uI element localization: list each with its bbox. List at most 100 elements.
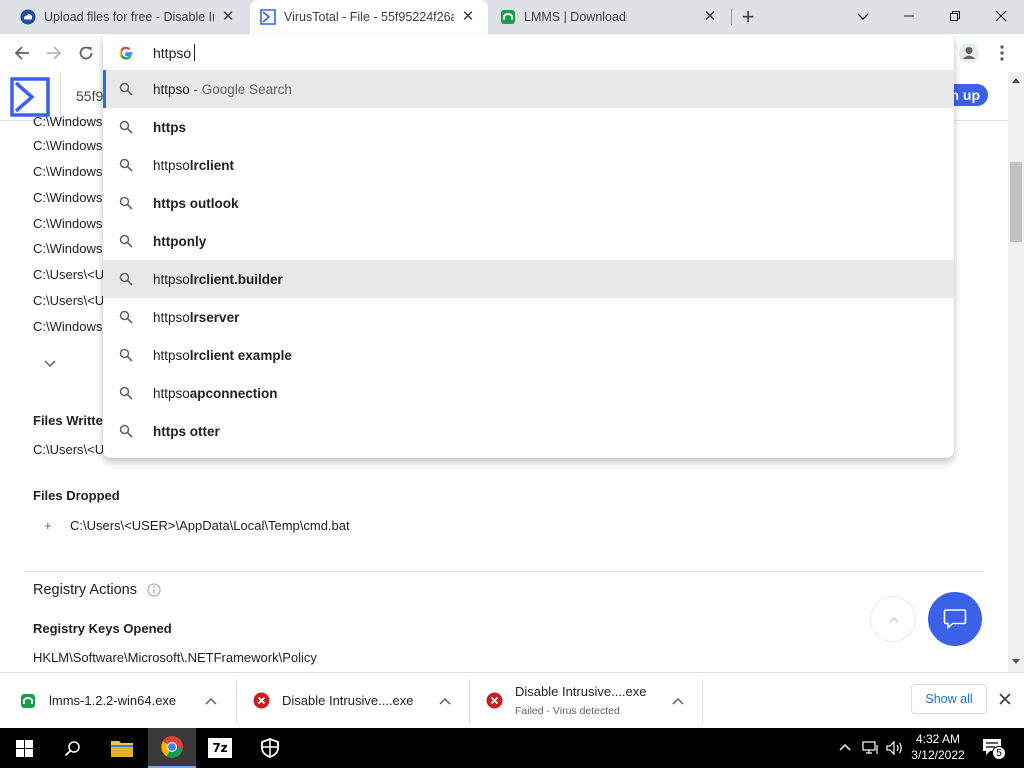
lmms-icon bbox=[20, 693, 36, 714]
close-shelf-icon[interactable] bbox=[998, 692, 1012, 706]
suggestion-typed-text: httpso bbox=[153, 309, 190, 325]
process-path: C:\Users\<US bbox=[33, 267, 113, 282]
info-icon[interactable] bbox=[147, 583, 161, 597]
tab-strip: Upload files for free - Disable Intrusiv… bbox=[0, 0, 1024, 34]
start-button[interactable] bbox=[0, 728, 48, 768]
search-icon bbox=[119, 158, 135, 172]
scroll-up-arrow-icon[interactable] bbox=[1012, 78, 1020, 83]
scroll-to-top-button[interactable] bbox=[870, 596, 916, 642]
search-icon bbox=[119, 234, 135, 248]
google-g-icon bbox=[118, 45, 134, 66]
error-icon bbox=[253, 692, 270, 714]
omnibox-suggestion[interactable]: httpso apconnection bbox=[103, 374, 954, 412]
network-icon[interactable] bbox=[862, 740, 880, 761]
reload-button[interactable] bbox=[71, 38, 101, 68]
back-button[interactable] bbox=[7, 38, 37, 68]
virustotal-icon bbox=[260, 9, 276, 25]
search-icon bbox=[119, 82, 135, 96]
close-tab-icon[interactable]: ✕ bbox=[702, 9, 718, 25]
file-hash-search[interactable]: 55f9 bbox=[76, 88, 103, 104]
tab-upload-files[interactable]: Upload files for free - Disable Intrusiv… bbox=[0, 0, 248, 34]
omnibox-suggestion[interactable]: httponly bbox=[103, 222, 954, 260]
download-filename: Disable Intrusive....exe bbox=[282, 693, 414, 708]
search-icon bbox=[119, 310, 135, 324]
system-clock[interactable]: 4:32 AM 3/12/2022 bbox=[908, 731, 968, 763]
windows-logo-icon bbox=[15, 739, 33, 757]
virustotal-logo-icon[interactable] bbox=[10, 77, 50, 117]
chat-bubble-icon bbox=[943, 608, 967, 635]
restore-button[interactable] bbox=[932, 0, 978, 34]
files-dropped-path: C:\Users\<USER>\AppData\Local\Temp\cmd.b… bbox=[70, 518, 350, 533]
page-scrollbar[interactable] bbox=[1008, 72, 1024, 672]
download-item[interactable]: Disable Intrusive....exe Failed - Virus … bbox=[470, 679, 702, 723]
windows-taskbar: 7z 4:32 AM 3/12/2022 5 bbox=[0, 728, 1024, 768]
chevron-up-icon[interactable] bbox=[672, 695, 684, 713]
forward-button[interactable] bbox=[39, 38, 69, 68]
suggestion-suffix: - Google Search bbox=[189, 81, 292, 97]
profile-avatar-icon[interactable] bbox=[957, 41, 981, 65]
suggestion-completion: lrclient.builder bbox=[189, 271, 283, 287]
omnibox-suggestion[interactable]: httpso lrclient.builder bbox=[103, 260, 954, 298]
suggestion-completion: lrclient bbox=[189, 157, 235, 173]
close-tab-icon[interactable]: ✕ bbox=[220, 9, 236, 25]
search-icon bbox=[64, 740, 80, 756]
tab-title: Upload files for free - Disable Intrusiv… bbox=[44, 10, 214, 24]
tab-virustotal[interactable]: VirusTotal - File - 55f95224f26aa ✕ bbox=[250, 0, 488, 34]
7zip-icon: 7z bbox=[208, 738, 232, 758]
show-all-button[interactable]: Show all bbox=[911, 684, 987, 714]
chevron-up-icon[interactable] bbox=[205, 695, 217, 713]
action-center-button[interactable]: 5 bbox=[982, 738, 1006, 760]
process-path: C:\Windows bbox=[33, 216, 103, 231]
process-path: C:\Windows bbox=[33, 138, 103, 153]
omnibox-suggestion[interactable]: https otter bbox=[103, 412, 954, 450]
registry-actions-heading: Registry Actions bbox=[33, 582, 137, 598]
chevron-up-icon[interactable] bbox=[439, 695, 451, 713]
process-path: C:\Windows bbox=[33, 190, 103, 205]
menu-kebab-icon[interactable] bbox=[992, 43, 1012, 63]
omnibox[interactable]: httpso bbox=[103, 35, 954, 71]
shield-icon bbox=[261, 738, 279, 758]
tab-lmms[interactable]: LMMS | Download ✕ bbox=[490, 0, 730, 34]
search-icon bbox=[119, 196, 135, 210]
files-dropped-heading: Files Dropped bbox=[33, 488, 120, 503]
suggestion-typed-text: httpso bbox=[153, 271, 190, 287]
omnibox-suggestion[interactable]: httpso lrserver bbox=[103, 298, 954, 336]
download-status: Failed - Virus detected bbox=[515, 705, 620, 717]
download-item[interactable]: Disable Intrusive....exe bbox=[237, 679, 469, 723]
chrome-taskbar-button[interactable] bbox=[148, 728, 196, 768]
close-window-button[interactable] bbox=[978, 0, 1024, 34]
expand-plus-icon[interactable]: + bbox=[44, 518, 52, 533]
volume-icon[interactable] bbox=[886, 740, 904, 761]
suggestion-completion: https otter bbox=[153, 423, 220, 439]
section-divider bbox=[24, 571, 984, 572]
error-icon bbox=[486, 692, 503, 714]
process-path: C:\Windows bbox=[33, 241, 103, 256]
download-item[interactable]: lmms-1.2.2-win64.exe bbox=[0, 679, 236, 723]
new-tab-button[interactable]: + bbox=[736, 3, 760, 31]
scroll-down-arrow-icon[interactable] bbox=[1012, 659, 1020, 664]
close-tab-icon[interactable]: ✕ bbox=[460, 9, 476, 25]
file-explorer-button[interactable] bbox=[98, 728, 146, 768]
search-taskbar-button[interactable] bbox=[48, 728, 96, 768]
tab-separator bbox=[731, 9, 732, 25]
omnibox-suggestion[interactable]: https bbox=[103, 108, 954, 146]
download-filename: lmms-1.2.2-win64.exe bbox=[49, 693, 177, 708]
tab-title: VirusTotal - File - 55f95224f26aa bbox=[284, 10, 454, 24]
cloud-upload-icon bbox=[20, 9, 36, 25]
chat-button[interactable] bbox=[928, 592, 982, 646]
expand-chevron-icon[interactable] bbox=[42, 355, 58, 371]
tab-search-button[interactable] bbox=[840, 0, 886, 34]
omnibox-suggestion[interactable]: https outlook bbox=[103, 184, 954, 222]
security-taskbar-button[interactable] bbox=[246, 728, 294, 768]
search-icon bbox=[119, 348, 135, 362]
minimize-button[interactable] bbox=[886, 0, 932, 34]
chevron-up-icon[interactable] bbox=[838, 741, 852, 760]
omnibox-text[interactable]: httpso bbox=[153, 45, 191, 61]
lmms-icon bbox=[500, 9, 516, 25]
omnibox-suggestion[interactable]: httpso - Google Search bbox=[103, 70, 954, 108]
scrollbar-thumb[interactable] bbox=[1010, 162, 1022, 242]
omnibox-suggestion[interactable]: httpso lrclient bbox=[103, 146, 954, 184]
7zip-taskbar-button[interactable]: 7z bbox=[196, 728, 244, 768]
omnibox-suggestion[interactable]: httpso lrclient example bbox=[103, 336, 954, 374]
download-filename: Disable Intrusive....exe bbox=[515, 684, 647, 699]
